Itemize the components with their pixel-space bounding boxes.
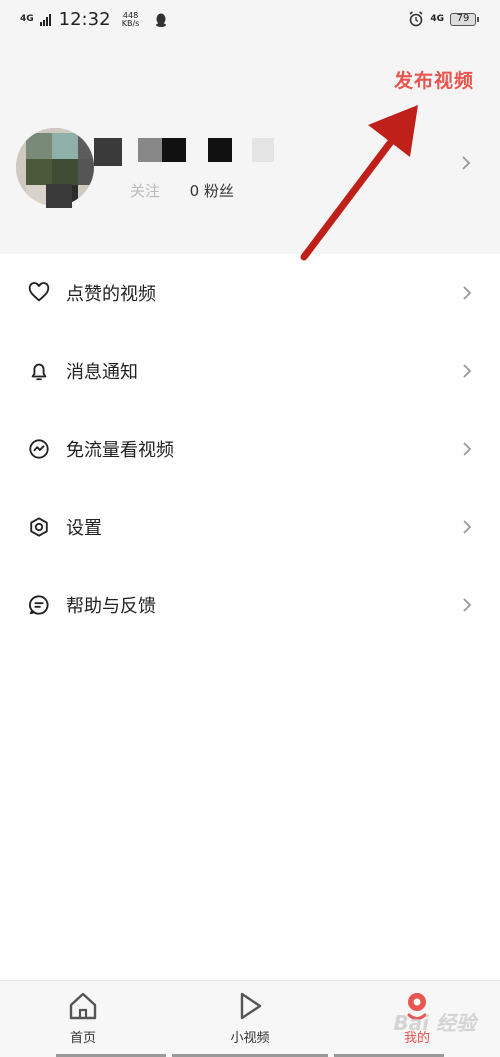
menu-item-label: 免流量看视频 [66,440,174,461]
menu-item-help-feedback[interactable]: 帮助与反馈 [0,566,500,644]
menu-item-label: 点赞的视频 [66,284,156,305]
alarm-icon [409,11,423,27]
chevron-right-icon [463,442,472,456]
menu-item-liked-videos[interactable]: 点赞的视频 [0,254,500,332]
nav-label: 首页 [69,1031,96,1046]
heart-icon [28,282,50,302]
settings-icon [30,517,48,537]
menu-item-data-free[interactable]: 免流量看视频 [0,410,500,488]
status-bar: 4G 12:32 448 KB/s 4G 79 [0,0,500,40]
status-left: 4G 12:32 448 KB/s [20,9,167,30]
bell-icon [31,363,47,381]
chevron-right-icon [463,520,472,534]
menu-item-label: 帮助与反馈 [66,596,156,617]
network-type: 4G [20,14,34,24]
menu-item-label: 设置 [66,518,102,539]
menu-item-label: 消息通知 [66,362,138,383]
nav-home[interactable]: 首页 [23,991,143,1046]
followers-count: 0 [189,182,200,200]
chevron-right-icon[interactable] [458,155,474,171]
followers-label: 粉丝 [203,182,234,200]
clock: 12:32 [58,9,111,30]
nav-label: 小视频 [230,1031,270,1046]
status-right: 4G 79 [408,11,479,27]
play-icon [240,992,262,1020]
annotation-arrow [300,105,418,261]
nav-short-video[interactable]: 小视频 [190,991,310,1046]
user-stats[interactable]: 关注 0 粉丝 [130,180,234,201]
menu-item-notifications[interactable]: 消息通知 [0,332,500,410]
feedback-icon [29,595,49,615]
data-free-icon [29,439,49,459]
network-speed: 448 KB/s [121,10,140,28]
menu-list: 点赞的视频 消息通知 免流量看视频 设置 帮助与反馈 [0,254,500,644]
nav-indicator-bar [0,1053,500,1057]
menu-item-settings[interactable]: 设置 [0,488,500,566]
signal-icon [39,13,51,26]
following-label: 关注 [130,182,161,200]
chevron-right-icon [463,598,472,612]
bottom-nav: 首页 小视频 我的 Bai 经验 [0,980,500,1057]
qq-icon [155,13,166,27]
home-icon [69,992,97,1020]
battery-icon: 79 [450,12,479,26]
publish-video-button[interactable]: 发布视频 [394,66,474,93]
network-type-right: 4G [430,13,444,24]
chevron-right-icon [463,286,472,300]
watermark: Bai 经验 [393,1011,476,1035]
chevron-right-icon [463,364,472,378]
